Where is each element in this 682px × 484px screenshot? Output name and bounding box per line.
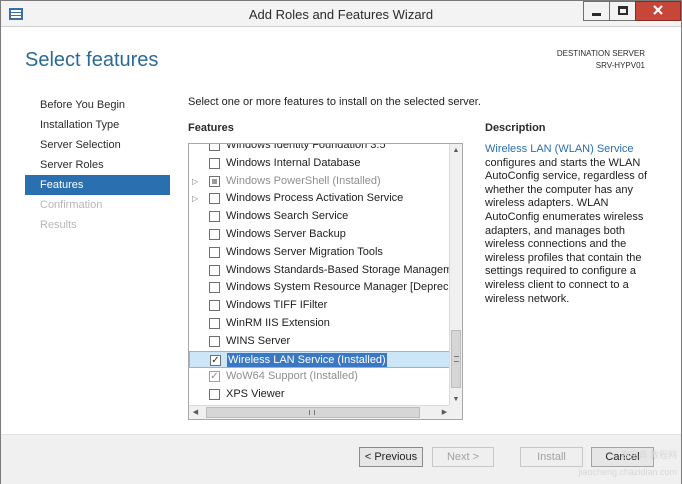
nav-item-server-selection[interactable]: Server Selection [25, 135, 170, 155]
feature-checkbox[interactable] [209, 264, 220, 276]
scroll-left-icon[interactable]: ◀ [189, 406, 202, 419]
feature-checkbox[interactable]: ✓ [210, 354, 221, 366]
description-heading: Description [485, 122, 546, 134]
watermark-url: jiaocheng.chazidian.com [578, 467, 677, 477]
feature-checkbox[interactable] [209, 317, 220, 329]
feature-checkbox[interactable]: ✓ [209, 371, 220, 383]
nav-item-confirmation: Confirmation [40, 199, 103, 211]
wizard-window: Add Roles and Features Wizard Select fea… [0, 0, 682, 484]
feature-checkbox[interactable] [209, 335, 220, 347]
close-icon [653, 5, 663, 15]
vertical-scroll-thumb[interactable] [451, 330, 461, 388]
horizontal-scroll-thumb[interactable] [206, 407, 420, 418]
expand-arrow-icon[interactable]: ▷ [192, 190, 200, 208]
feature-row[interactable]: ✓ WoW64 Support (Installed) [189, 368, 450, 386]
feature-label: Windows Internal Database [226, 156, 361, 169]
grip-icon [309, 410, 315, 415]
feature-label: Windows System Resource Manager [Depreca… [226, 281, 463, 294]
previous-button[interactable]: < Previous [359, 447, 423, 467]
feature-label: WINS Server [226, 334, 291, 347]
feature-row[interactable]: XPS Viewer [189, 386, 450, 404]
intro-text: Select one or more features to install o… [188, 96, 481, 108]
nav-item-results: Results [40, 219, 77, 231]
feature-label: Wireless LAN Service (Installed) [227, 352, 387, 367]
feature-label: Windows Server Migration Tools [226, 245, 383, 258]
nav-item-installation-type[interactable]: Installation Type [25, 115, 170, 135]
maximize-icon [618, 6, 628, 15]
feature-row[interactable]: ▷ Windows Process Activation Service [189, 190, 450, 208]
feature-row[interactable]: ✓ Wireless LAN Service (Installed) [189, 350, 450, 369]
feature-label: Windows TIFF IFilter [226, 299, 328, 312]
watermark: 查字典 教程网 jiaocheng.chazidian.com [578, 447, 677, 481]
feature-row[interactable]: Windows Identity Foundation 3.5 [189, 143, 450, 155]
feature-label: Windows Server Backup [226, 227, 346, 240]
feature-checkbox[interactable] [209, 282, 220, 294]
feature-label: Windows Search Service [226, 210, 349, 223]
destination-server-label: DESTINATION SERVER [556, 49, 645, 58]
destination-server-name: SRV-HYPV01 [595, 61, 645, 70]
feature-checkbox[interactable] [209, 157, 220, 169]
nav-item-server-roles[interactable]: Server Roles [25, 155, 170, 175]
watermark-title: 查字典 教程网 [620, 450, 677, 460]
feature-checkbox[interactable] [209, 389, 220, 401]
close-button[interactable] [635, 1, 681, 21]
nav-item-features[interactable]: Features [25, 175, 170, 195]
description-text: configures and starts the WLAN AutoConfi… [485, 156, 648, 305]
feature-row[interactable]: ▷ Windows PowerShell (Installed) [189, 173, 450, 191]
minimize-button[interactable] [583, 1, 610, 21]
feature-label: WinRM IIS Extension [226, 316, 330, 329]
features-list: Windows Identity Foundation 3.5 Windows I… [189, 143, 462, 404]
wizard-nav: Before You Begin Installation Type Serve… [25, 95, 170, 235]
vertical-scrollbar[interactable]: ▲ ▼ [449, 144, 462, 406]
feature-row[interactable]: Windows TIFF IFilter [189, 297, 450, 315]
scroll-up-icon[interactable]: ▲ [450, 144, 462, 157]
feature-row[interactable]: Windows Internal Database [189, 155, 450, 173]
feature-label: Windows Process Activation Service [226, 192, 404, 205]
features-heading: Features [188, 122, 234, 134]
feature-label: Windows Standards-Based Storage Manageme… [226, 263, 463, 276]
feature-label: WoW64 Support (Installed) [226, 370, 358, 383]
page-title: Select features [25, 49, 159, 71]
description-panel: Wireless LAN (WLAN) Service configures a… [485, 143, 655, 306]
maximize-button[interactable] [609, 1, 636, 21]
feature-row[interactable]: Windows System Resource Manager [Depreca… [189, 279, 462, 297]
feature-checkbox[interactable] [209, 228, 220, 240]
feature-label: Windows Identity Foundation 3.5 [226, 143, 386, 151]
features-tree[interactable]: Windows Identity Foundation 3.5 Windows I… [188, 143, 463, 420]
feature-row[interactable]: Windows Server Backup [189, 226, 450, 244]
feature-row[interactable]: WinRM IIS Extension [189, 315, 450, 333]
feature-checkbox[interactable] [209, 193, 220, 205]
title-bar[interactable]: Add Roles and Features Wizard [1, 1, 681, 27]
expand-arrow-icon[interactable]: ▷ [192, 173, 200, 191]
install-button[interactable]: Install [520, 447, 583, 467]
feature-label: XPS Viewer [226, 388, 285, 401]
feature-checkbox[interactable] [209, 211, 220, 223]
feature-checkbox[interactable] [209, 246, 220, 258]
horizontal-scrollbar[interactable]: ◀ ▶ [189, 405, 451, 419]
window-title: Add Roles and Features Wizard [248, 7, 434, 22]
feature-row[interactable]: Windows Search Service [189, 208, 450, 226]
feature-checkbox[interactable] [209, 175, 220, 187]
feature-label: Windows PowerShell (Installed) [226, 174, 381, 187]
minimize-icon [592, 13, 601, 16]
description-link[interactable]: Wireless LAN (WLAN) Service [485, 143, 634, 155]
grip-icon [454, 356, 459, 362]
feature-checkbox[interactable] [209, 300, 220, 312]
feature-row[interactable]: Windows Server Migration Tools [189, 244, 450, 262]
nav-item-before-you-begin[interactable]: Before You Begin [25, 95, 170, 115]
next-button[interactable]: Next > [432, 447, 494, 467]
feature-row[interactable]: Windows Standards-Based Storage Manageme… [189, 262, 462, 280]
feature-row[interactable]: WINS Server [189, 333, 450, 351]
feature-checkbox[interactable] [209, 144, 220, 151]
scrollbar-corner [449, 405, 462, 419]
